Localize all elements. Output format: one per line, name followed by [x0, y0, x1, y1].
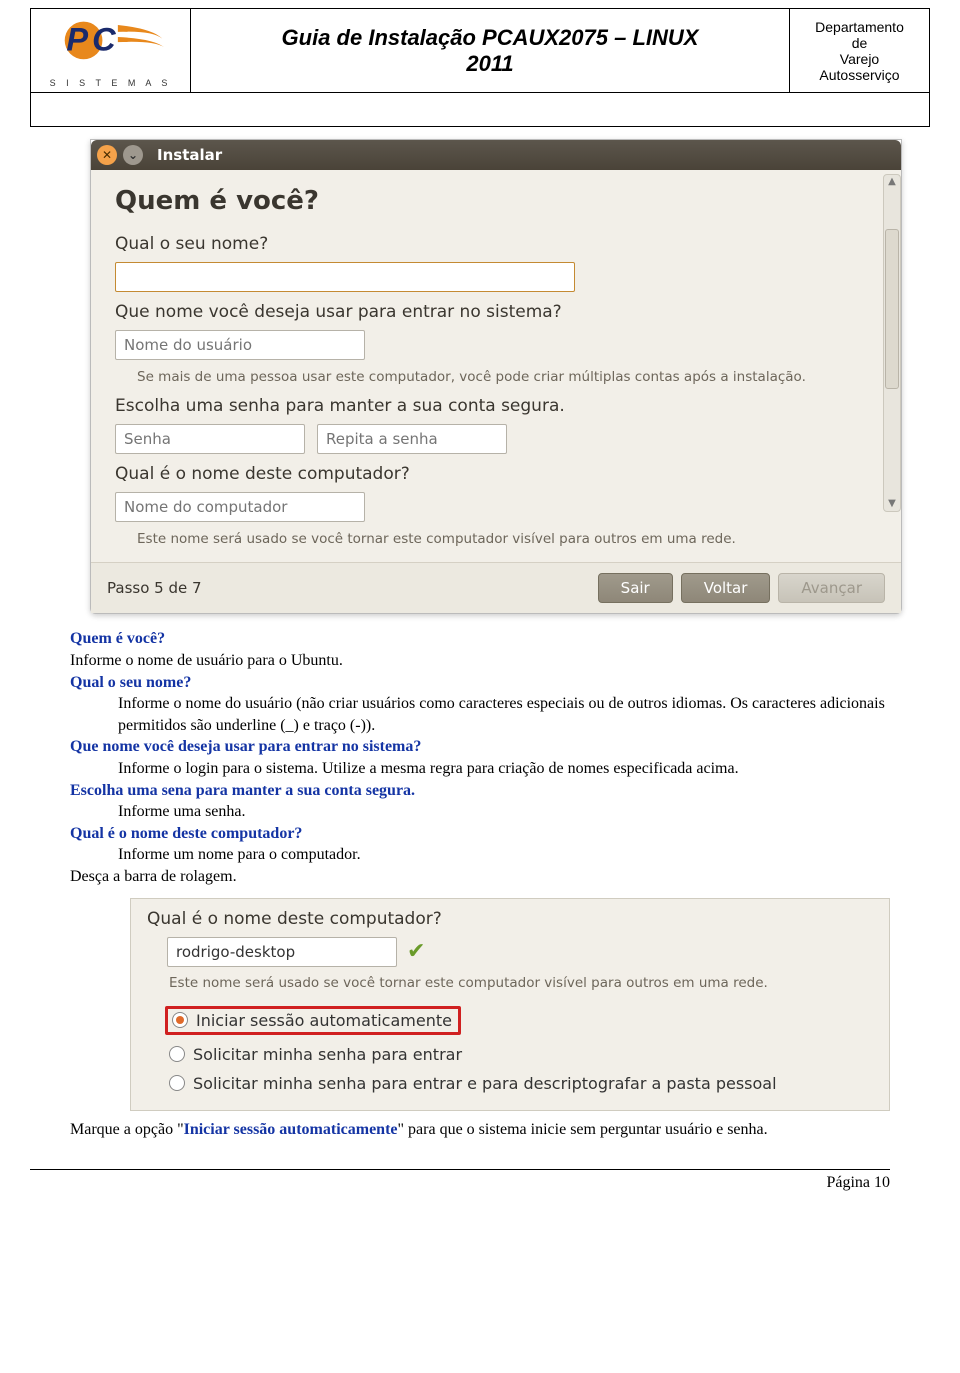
- window-titlebar: ✕ ⌄ Instalar: [91, 140, 901, 170]
- footer-instruction: Marque a opção "Iniciar sessão automatic…: [70, 1121, 890, 1139]
- radio-require-password-label: Solicitar minha senha para entrar: [193, 1045, 462, 1064]
- radio-autologin-highlighted: Iniciar sessão automaticamente: [165, 1006, 461, 1035]
- bt-h2: Qual o seu nome?: [70, 674, 191, 691]
- step-heading: Quem é você?: [115, 186, 877, 216]
- bt-p2: Informe o nome do usuário (não criar usu…: [118, 693, 890, 736]
- window-title: Instalar: [157, 146, 222, 164]
- bt-p1: Informe o nome de usuário para o Ubuntu.: [70, 650, 890, 672]
- bt-h5: Qual é o nome deste computador?: [70, 825, 302, 842]
- username-hint: Se mais de uma pessoa usar este computad…: [137, 368, 877, 386]
- hostname-hint: Este nome será usado se você tornar este…: [137, 530, 877, 548]
- scroll-up-arrow-icon[interactable]: ▲: [884, 175, 900, 189]
- svg-text:P: P: [66, 22, 88, 58]
- doc-title-line2: 2011: [466, 51, 513, 76]
- password-question-label: Escolha uma senha para manter a sua cont…: [115, 396, 877, 416]
- hostname-input[interactable]: [115, 492, 365, 522]
- radio-require-password-encrypt-label: Solicitar minha senha para entrar e para…: [193, 1074, 777, 1093]
- password-input[interactable]: [115, 424, 305, 454]
- next-button[interactable]: Avançar: [778, 573, 885, 603]
- password-confirm-input[interactable]: [317, 424, 507, 454]
- check-icon: ✔: [407, 939, 425, 964]
- ss2-hostname-hint: Este nome será usado se você tornar este…: [169, 975, 873, 991]
- username-input[interactable]: [115, 330, 365, 360]
- installer-bottombar: Passo 5 de 7 Sair Voltar Avançar: [91, 562, 901, 613]
- bt-p5: Informe um nome para o computador.: [118, 844, 890, 866]
- logo-subtitle: S I S T E M A S: [39, 78, 182, 88]
- bt-p6: Desça a barra de rolagem.: [70, 866, 890, 888]
- bt-h3: Que nome você deseja usar para entrar no…: [70, 738, 421, 755]
- doc-title-cell: Guia de Instalação PCAUX2075 – LINUX 201…: [191, 9, 790, 93]
- radio-autologin[interactable]: [172, 1012, 188, 1028]
- scrollbar[interactable]: ▲ ▼: [883, 174, 901, 512]
- doc-title-line1: Guia de Instalação PCAUX2075 – LINUX: [282, 25, 699, 50]
- doc-header: P C S I S T E M A S Guia de Instalação P…: [30, 8, 930, 127]
- scroll-thumb[interactable]: [885, 229, 899, 389]
- minimize-icon[interactable]: ⌄: [123, 145, 143, 165]
- header-empty-row: [31, 93, 930, 127]
- name-input[interactable]: [115, 262, 575, 292]
- ubuntu-hostname-radio-panel: Qual é o nome deste computador? ✔ Este n…: [130, 898, 890, 1111]
- radio-require-password-encrypt[interactable]: [169, 1075, 185, 1091]
- name-question-label: Qual o seu nome?: [115, 234, 877, 254]
- back-button[interactable]: Voltar: [681, 573, 771, 603]
- instruction-text: Quem é você? Informe o nome de usuário p…: [70, 628, 890, 887]
- ss2-hostname-label: Qual é o nome deste computador?: [147, 909, 873, 929]
- ubuntu-installer-window: ✕ ⌄ Instalar ▲ ▼ Quem é você? Qual o seu…: [90, 139, 902, 614]
- radio-autologin-label: Iniciar sessão automaticamente: [196, 1011, 452, 1030]
- bt-h1: Quem é você?: [70, 630, 165, 647]
- dept-cell: Departamento de Varejo Autosserviço: [790, 9, 930, 93]
- scroll-down-arrow-icon[interactable]: ▼: [884, 497, 900, 511]
- bt-p3: Informe o login para o sistema. Utilize …: [118, 758, 890, 780]
- bt-h4: Escolha uma sena para manter a sua conta…: [70, 782, 415, 799]
- quit-button[interactable]: Sair: [598, 573, 673, 603]
- close-icon[interactable]: ✕: [97, 145, 117, 165]
- bt-p4: Informe uma senha.: [118, 801, 890, 823]
- ss2-hostname-input[interactable]: [167, 937, 397, 967]
- svg-text:C: C: [92, 22, 116, 58]
- radio-require-password[interactable]: [169, 1046, 185, 1062]
- page-number: Página 10: [30, 1169, 890, 1192]
- pc-sistemas-logo: P C: [51, 13, 171, 73]
- login-question-label: Que nome você deseja usar para entrar no…: [115, 302, 877, 322]
- logo-cell: P C S I S T E M A S: [31, 9, 191, 93]
- hostname-question-label: Qual é o nome deste computador?: [115, 464, 877, 484]
- step-indicator: Passo 5 de 7: [107, 579, 590, 597]
